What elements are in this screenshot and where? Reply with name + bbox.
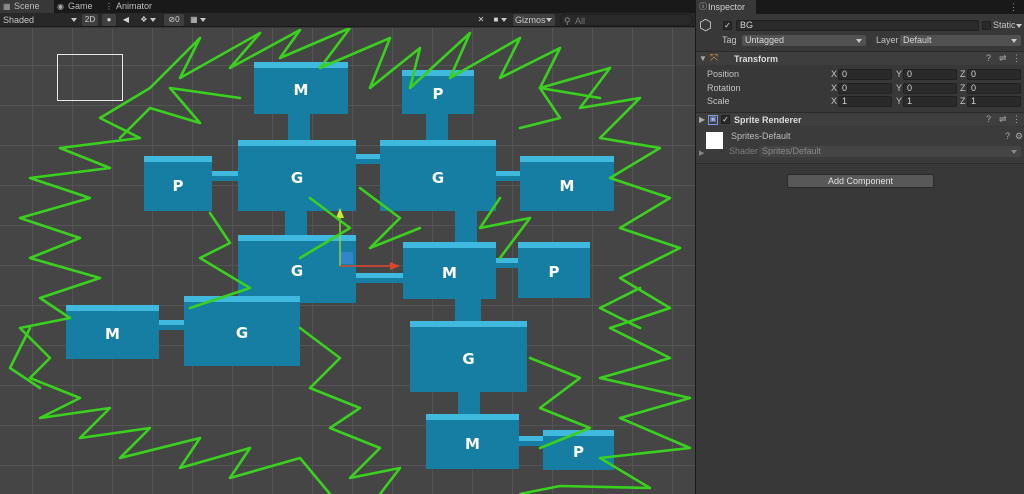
shading-mode-label: Shaded (3, 15, 35, 25)
chevron-down-icon (71, 18, 77, 22)
object-name-field[interactable]: BG (736, 20, 979, 31)
transform-icon: ⤧ (710, 53, 718, 64)
add-component-button[interactable]: Add Component (787, 174, 934, 188)
axis-z-label: Z (960, 69, 966, 79)
shader-value: Sprites/Default (762, 146, 822, 156)
layer-value: Default (903, 35, 932, 45)
search-placeholder: All (575, 16, 586, 26)
axis-y-label: Y (896, 96, 903, 106)
rotation-y-field[interactable]: 0 (903, 83, 957, 94)
axis-z-label: Z (960, 83, 966, 93)
component-menu-icon[interactable]: ⋮ (1012, 114, 1021, 125)
search-input[interactable]: ⚲ All (560, 14, 693, 26)
presets-icon[interactable]: ⇌ (999, 53, 1007, 64)
scene-panel: ▦ Scene ◉ Game ⋮ Animator Shaded 2D ● ◀ … (0, 0, 695, 494)
tag-label: Tag (722, 35, 737, 45)
rotation-label: Rotation (707, 83, 741, 93)
axis-y-label: Y (896, 69, 903, 79)
position-z-field[interactable]: 0 (967, 69, 1021, 80)
scale-y-field[interactable]: 1 (903, 96, 957, 107)
axis-y-label: Y (896, 83, 903, 93)
transform-title: Transform (734, 54, 779, 64)
transform-header[interactable]: ▼ ⤧ Transform ? ⇌ ⋮ (696, 51, 1024, 65)
panel-menu-icon[interactable]: ⋮ (1009, 2, 1018, 13)
component-menu-icon[interactable]: ⋮ (1012, 53, 1021, 64)
mode-2d-button[interactable]: 2D (82, 14, 98, 26)
inspector-panel: ⓘ Inspector ⋮ ⬡ ✓ BG Static Tag Untagged… (696, 0, 1024, 494)
animator-icon: ⋮ (105, 2, 113, 11)
inspector-tab-bar: ⓘ Inspector ⋮ (696, 0, 1024, 14)
tab-game[interactable]: ◉ Game (54, 0, 102, 13)
scale-z-field[interactable]: 1 (967, 96, 1021, 107)
gizmos-label: Gizmos (515, 15, 546, 25)
divider (696, 163, 1024, 164)
settings-gear-icon[interactable]: ⚙ (1015, 131, 1023, 142)
rotation-x-field[interactable]: 0 (838, 83, 892, 94)
tag-value: Untagged (745, 35, 785, 45)
presets-icon[interactable]: ⇌ (999, 114, 1007, 125)
help-icon[interactable]: ? (986, 114, 991, 124)
shader-dropdown[interactable]: Sprites/Default (759, 146, 1021, 157)
chevron-down-icon (856, 39, 862, 43)
grid-dropdown-icon[interactable]: ▦ (186, 14, 210, 26)
search-icon: ⚲ (564, 16, 571, 26)
layer-label: Layer (876, 35, 899, 45)
static-dropdown-icon[interactable] (1016, 24, 1022, 28)
lighting-toggle-icon[interactable]: ● (102, 14, 116, 26)
help-icon[interactable]: ? (1005, 131, 1010, 141)
material-preview[interactable] (706, 132, 723, 149)
foldout-arrow-icon[interactable]: ▼ (699, 54, 707, 63)
static-checkbox[interactable] (982, 21, 991, 30)
tab-animator[interactable]: ⋮ Animator (102, 0, 162, 13)
scene-viewport[interactable]: M P P G G M G M P M G G M P (0, 28, 695, 494)
sprite-renderer-icon: ▣ (708, 115, 718, 125)
grid-icon: ▦ (3, 2, 11, 11)
scene-visibility-toggle[interactable]: ⊘0 (164, 14, 184, 26)
tag-dropdown[interactable]: Untagged (742, 35, 866, 46)
scene-toolbar: Shaded 2D ● ◀ ❖ ⊘0 ▦ ✕ ■ Gizmos ⚲ All (0, 13, 695, 27)
position-y-field[interactable]: 0 (903, 69, 957, 80)
scene-tab-bar: ▦ Scene ◉ Game ⋮ Animator (0, 0, 695, 13)
sprite-renderer-title: Sprite Renderer (734, 115, 802, 125)
tab-game-label: Game (68, 1, 93, 11)
shader-label: Shader (729, 146, 759, 156)
chevron-down-icon (546, 18, 552, 22)
tab-inspector[interactable]: ⓘ Inspector (696, 0, 756, 14)
axis-x-label: X (831, 69, 838, 79)
gizmos-dropdown[interactable]: Gizmos (513, 14, 555, 26)
foldout-arrow-icon[interactable]: ▶ (699, 149, 704, 157)
axis-x-label: X (831, 96, 838, 106)
shading-mode-dropdown[interactable]: Shaded (3, 14, 78, 26)
camera-dropdown-icon[interactable]: ■ (490, 14, 510, 26)
tab-animator-label: Animator (116, 1, 153, 11)
sprite-renderer-enabled-checkbox[interactable]: ✓ (721, 115, 730, 124)
rotation-z-field[interactable]: 0 (967, 83, 1021, 94)
scribble-overlay (8, 28, 692, 494)
tools-icon[interactable]: ✕ (474, 14, 488, 26)
gamepad-icon: ◉ (57, 2, 64, 11)
layer-dropdown[interactable]: Default (900, 35, 1021, 46)
help-icon[interactable]: ? (986, 53, 991, 63)
axis-x-label: X (831, 83, 838, 93)
tab-scene[interactable]: ▦ Scene (0, 0, 54, 13)
position-label: Position (707, 69, 740, 79)
axis-z-label: Z (960, 96, 966, 106)
audio-toggle-icon[interactable]: ◀ (119, 14, 133, 26)
chevron-down-icon (1011, 39, 1017, 43)
tab-inspector-label: Inspector (708, 2, 746, 12)
static-label: Static (993, 20, 1016, 30)
info-icon: ⓘ (699, 2, 707, 11)
scale-label: Scale (707, 96, 730, 106)
foldout-arrow-icon[interactable]: ▶ (699, 115, 705, 124)
tab-scene-label: Scene (14, 1, 40, 11)
effects-dropdown-icon[interactable]: ❖ (136, 14, 160, 26)
active-checkbox[interactable]: ✓ (723, 21, 732, 30)
position-x-field[interactable]: 0 (838, 69, 892, 80)
scale-x-field[interactable]: 1 (838, 96, 892, 107)
chevron-down-icon (1011, 150, 1017, 154)
material-name: Sprites-Default (731, 131, 791, 141)
sprite-renderer-header[interactable]: ▶ ▣ ✓ Sprite Renderer ? ⇌ ⋮ (696, 112, 1024, 126)
gameobject-cube-icon: ⬡ (699, 17, 713, 34)
hidden-count: 0 (175, 15, 180, 24)
